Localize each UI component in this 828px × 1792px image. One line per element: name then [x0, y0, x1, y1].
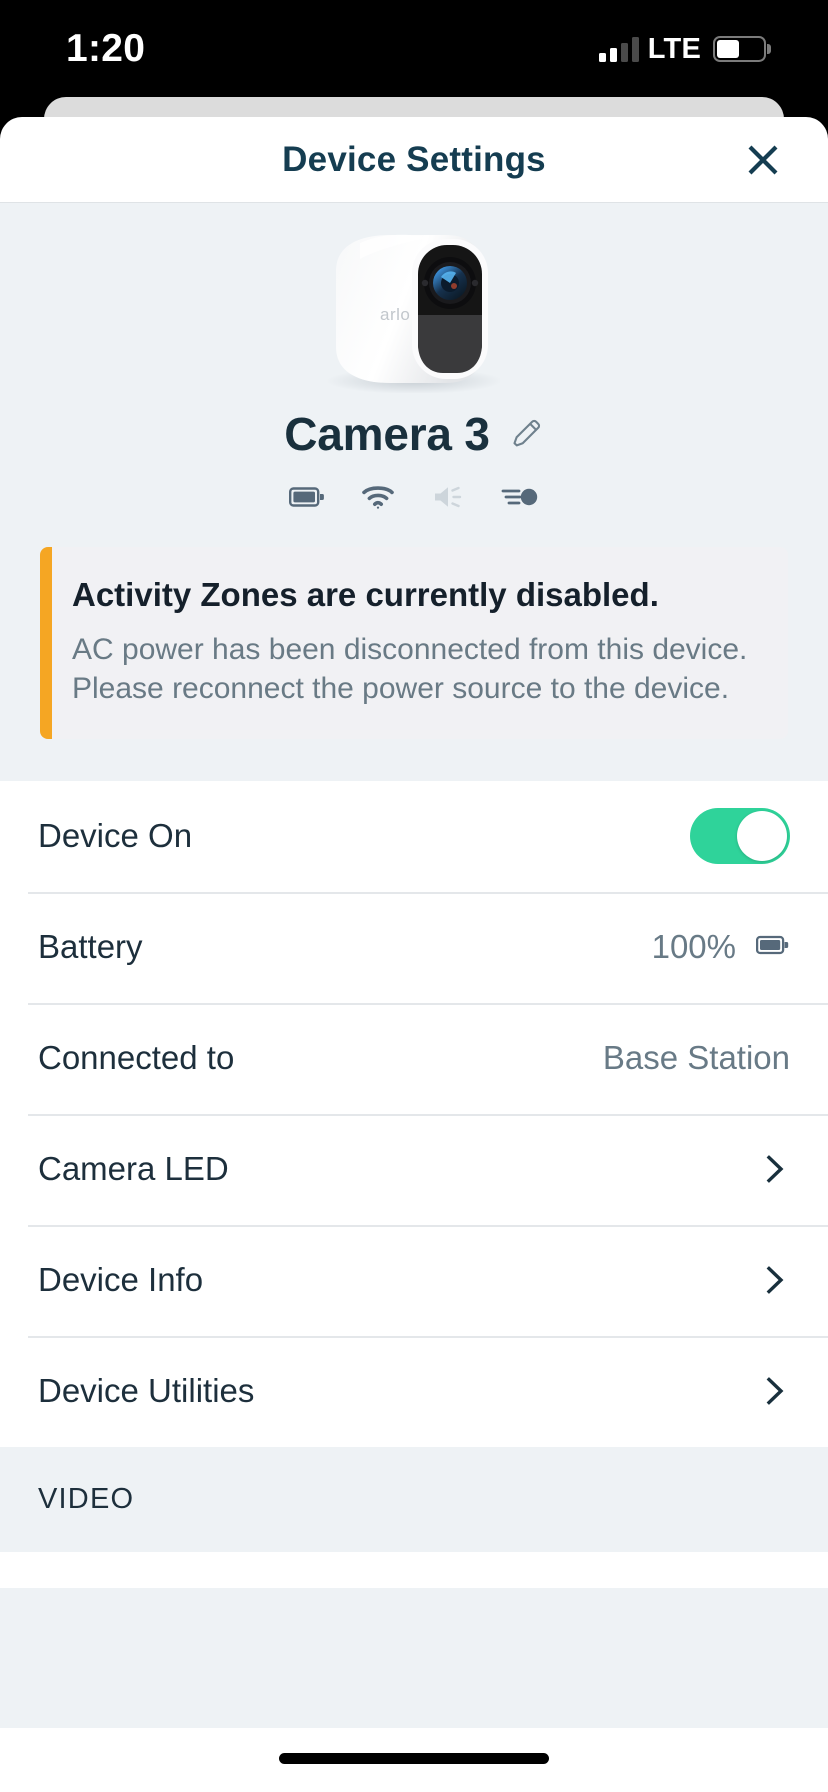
device-name: Camera 3 — [284, 408, 490, 460]
sheet-header: Device Settings — [0, 117, 828, 203]
wifi-icon — [361, 484, 395, 510]
row-label: Connected to — [38, 1039, 235, 1077]
alert-body: AC power has been disconnected from this… — [72, 630, 758, 709]
row-label: Device Utilities — [38, 1372, 255, 1410]
alert-title: Activity Zones are currently disabled. — [72, 576, 659, 613]
alert-body-line-1: AC power has been disconnected from this… — [72, 632, 748, 666]
device-name-row: Camera 3 — [284, 407, 544, 461]
list-tail-gray — [0, 1587, 828, 1728]
settings-row-device-info[interactable]: Device Info — [0, 1224, 828, 1336]
chevron-right-icon — [766, 1155, 784, 1184]
settings-row-connected-to: Connected to Base Station — [0, 1002, 828, 1114]
phone-screen: 1:20 LTE Device Settings arlo Camera 3 A… — [0, 0, 828, 1792]
settings-row-camera-led[interactable]: Camera LED — [0, 1113, 828, 1225]
close-button[interactable] — [736, 133, 790, 187]
row-control — [760, 1265, 790, 1295]
row-label: Device Info — [38, 1261, 204, 1299]
battery-icon — [713, 36, 771, 62]
battery-percent-value: 100% — [651, 928, 736, 966]
motion-detection-icon — [501, 484, 539, 510]
row-control — [690, 808, 790, 865]
row-label: Device On — [38, 817, 193, 855]
row-label: Battery — [38, 928, 143, 966]
section-header-label: VIDEO — [38, 1482, 135, 1515]
battery-icon — [289, 484, 325, 510]
device-status-icons — [289, 483, 539, 511]
alert-banner-wrap: Activity Zones are currently disabled. A… — [0, 547, 828, 739]
settings-row-device-on[interactable]: Device On — [0, 780, 828, 892]
status-bar-indicators: LTE — [598, 32, 771, 66]
speaker-icon — [431, 483, 465, 511]
connected-to-value: Base Station — [602, 1039, 790, 1077]
row-control: 100% — [652, 928, 790, 966]
page-title: Device Settings — [282, 139, 546, 179]
section-header-video: VIDEO — [0, 1446, 828, 1552]
list-tail-white — [0, 1551, 828, 1588]
carrier-type-label: LTE — [647, 32, 701, 65]
cellular-signal-icon — [598, 36, 639, 62]
row-control: Base Station — [603, 1039, 790, 1077]
pencil-icon — [513, 419, 540, 447]
battery-icon — [755, 933, 790, 962]
settings-row-battery: Battery 100% — [0, 891, 828, 1003]
toggle-knob — [737, 811, 787, 862]
settings-list: Device On Battery 100% Connected to Base… — [0, 780, 828, 1447]
home-indicator[interactable] — [279, 1753, 549, 1764]
edit-device-name-button[interactable] — [508, 416, 544, 452]
row-control — [760, 1154, 790, 1184]
alert-body-line-2: Please reconnect the power source to the… — [72, 672, 730, 706]
chevron-right-icon — [766, 1377, 784, 1406]
device-settings-sheet: Device Settings arlo Camera 3 Activity Z… — [0, 117, 828, 1792]
status-bar: 1:20 LTE — [0, 0, 828, 92]
device-image: arlo — [264, 223, 564, 394]
close-icon — [748, 145, 778, 174]
status-bar-time: 1:20 — [66, 27, 146, 70]
row-label: Camera LED — [38, 1150, 229, 1188]
device-on-toggle[interactable] — [690, 808, 790, 865]
chevron-right-icon — [766, 1266, 784, 1295]
device-brand-text: arlo — [380, 305, 410, 324]
alert-banner: Activity Zones are currently disabled. A… — [40, 547, 788, 739]
device-hero: arlo Camera 3 Activity Zones are current… — [0, 203, 828, 781]
settings-row-device-utilities[interactable]: Device Utilities — [0, 1335, 828, 1447]
row-control — [760, 1376, 790, 1406]
